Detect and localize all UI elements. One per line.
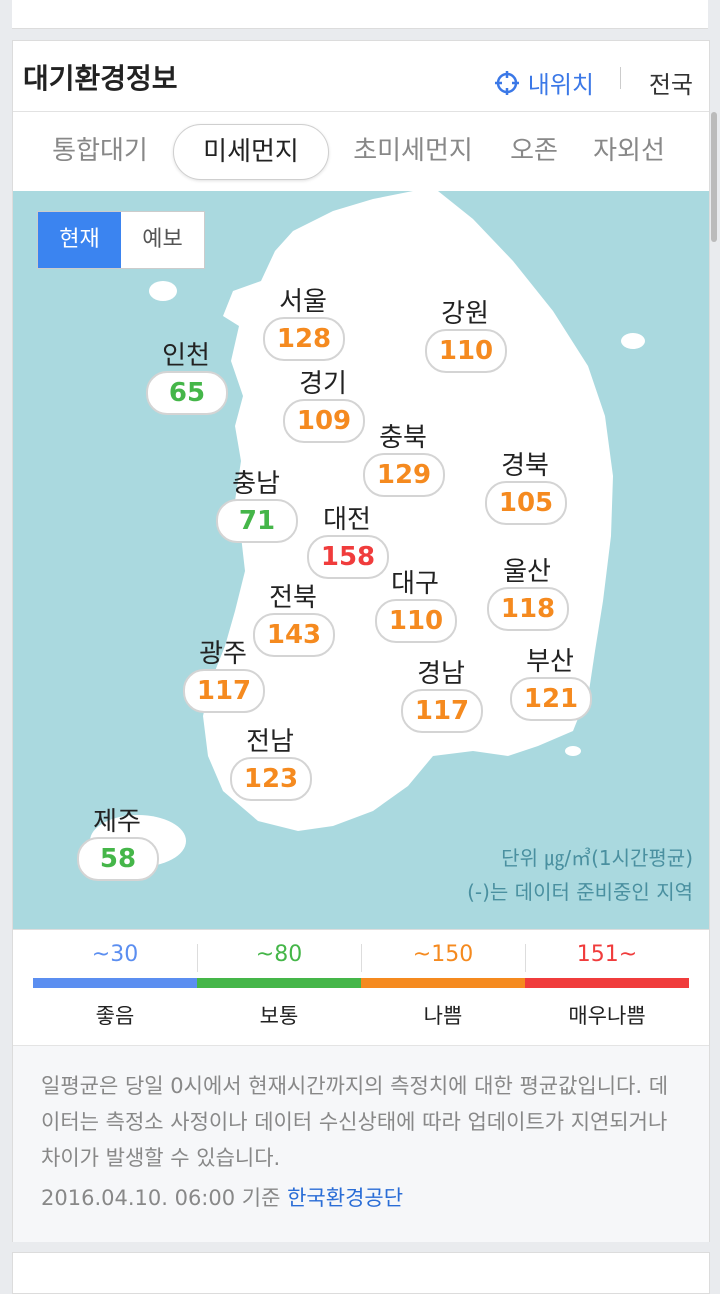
legend-range-normal: ~80: [255, 942, 303, 967]
region-name: 서울: [279, 287, 327, 317]
region-marker[interactable]: 대전 158: [307, 505, 389, 579]
forecast-toggle[interactable]: 예보: [121, 212, 204, 268]
region-value-badge: 71: [216, 499, 298, 543]
region-name: 광주: [199, 639, 247, 669]
card-title: 대기환경정보: [23, 62, 178, 95]
legend-bar-bad: [361, 978, 525, 988]
region-marker[interactable]: 울산 118: [487, 557, 569, 631]
tab-integrated-air[interactable]: 통합대기: [35, 124, 165, 178]
region-value-badge: 65: [146, 371, 228, 415]
region-value-badge: 109: [283, 399, 365, 443]
region-name: 부산: [526, 647, 574, 677]
next-card: [12, 1252, 710, 1294]
region-marker[interactable]: 전북 143: [253, 583, 335, 657]
region-value-badge: 128: [263, 317, 345, 361]
region-name: 충남: [232, 469, 280, 499]
my-location-button[interactable]: 내위치: [494, 65, 594, 100]
region-marker[interactable]: 경북 105: [485, 451, 567, 525]
card-header: 대기환경정보 내위치 전국: [13, 41, 709, 111]
tab-ultrafine-dust[interactable]: 초미세먼지: [341, 124, 485, 178]
source-link[interactable]: 한국환경공단: [287, 1186, 403, 1210]
region-name: 제주: [93, 807, 141, 837]
scrollbar[interactable]: [711, 112, 717, 242]
legend-range-very-bad: 151~: [576, 942, 638, 967]
region-name: 강원: [441, 299, 489, 329]
region-value-badge: 117: [183, 669, 265, 713]
region-marker[interactable]: 경남 117: [401, 659, 483, 733]
region-value-badge: 143: [253, 613, 335, 657]
divider: [620, 67, 621, 89]
korea-map[interactable]: 현재 예보 서울 128 강원 110 인천 65 경기 109 충북 129 경북 105 충남 71 대…: [13, 191, 709, 929]
region-value-badge: 110: [375, 599, 457, 643]
unit-label: 단위 ㎍/㎥(1시간평균): [501, 846, 693, 870]
region-value-badge: 121: [510, 677, 592, 721]
previous-card: [12, 0, 708, 29]
region-name: 대전: [323, 505, 371, 535]
region-value-badge: 118: [487, 587, 569, 631]
tab-uv[interactable]: 자외선: [583, 124, 675, 178]
region-marker[interactable]: 제주 58: [77, 807, 159, 881]
region-value-badge: 123: [230, 757, 312, 801]
region-marker[interactable]: 충남 71: [216, 469, 298, 543]
region-value-badge: 58: [77, 837, 159, 881]
current-toggle[interactable]: 현재: [38, 212, 121, 268]
region-marker[interactable]: 서울 128: [263, 287, 345, 361]
crosshair-icon: [494, 70, 519, 95]
region-name: 전북: [269, 583, 317, 613]
legend-label-very-bad: 매우나쁨: [568, 1004, 646, 1028]
region-value-badge: 129: [363, 453, 445, 497]
legend-divider: [361, 944, 362, 972]
legend-label-bad: 나쁨: [423, 1004, 463, 1028]
notes-text: 일평균은 당일 0시에서 현재시간까지의 측정치에 대한 평균값입니다. 데이터…: [41, 1074, 669, 1170]
legend-range-good: ~30: [91, 942, 139, 967]
region-marker[interactable]: 인천 65: [146, 341, 228, 415]
legend-bar-normal: [197, 978, 361, 988]
region-marker[interactable]: 충북 129: [363, 423, 445, 497]
unit-note: 단위 ㎍/㎥(1시간평균) (-)는 데이터 준비중인 지역: [467, 841, 693, 909]
region-name: 경남: [417, 659, 465, 689]
air-quality-card: 대기환경정보 내위치 전국 통합대기 미세먼지 초미세먼지 오존 자외선 현재 …: [12, 40, 717, 1242]
region-marker[interactable]: 광주 117: [183, 639, 265, 713]
region-value-badge: 110: [425, 329, 507, 373]
region-name: 인천: [162, 341, 210, 371]
my-location-label: 내위치: [527, 71, 594, 99]
region-marker[interactable]: 대구 110: [375, 569, 457, 643]
legend-bar-good: [33, 978, 197, 988]
legend-label-normal: 보통: [259, 1004, 299, 1028]
region-marker[interactable]: 전남 123: [230, 727, 312, 801]
region-selector[interactable]: 전국: [649, 65, 693, 100]
tab-ozone[interactable]: 오존: [499, 124, 569, 178]
update-date-text: 2016.04.10. 06:00 기준: [41, 1186, 281, 1210]
legend-label-good: 좋음: [95, 1004, 135, 1028]
legend-divider: [525, 944, 526, 972]
region-name: 경기: [299, 369, 347, 399]
legend-divider: [197, 944, 198, 972]
info-notes: 일평균은 당일 0시에서 현재시간까지의 측정치에 대한 평균값입니다. 데이터…: [13, 1045, 709, 1242]
tab-fine-dust[interactable]: 미세먼지: [173, 124, 329, 180]
region-marker[interactable]: 강원 110: [425, 299, 507, 373]
region-marker[interactable]: 부산 121: [510, 647, 592, 721]
region-name: 울산: [503, 557, 551, 587]
update-date: 2016.04.10. 06:00 기준 한국환경공단: [41, 1182, 403, 1212]
region-value-badge: 117: [401, 689, 483, 733]
time-toggle: 현재 예보: [37, 211, 205, 269]
legend-bar-very-bad: [525, 978, 689, 988]
region-name: 전남: [246, 727, 294, 757]
level-legend: ~30 ~80 ~150 151~ 좋음 보통 나쁨 매우나쁨: [13, 929, 709, 1046]
region-name: 대구: [391, 569, 439, 599]
no-data-note: (-)는 데이터 준비중인 지역: [467, 880, 693, 904]
region-value-badge: 105: [485, 481, 567, 525]
legend-range-bad: ~150: [412, 942, 474, 967]
region-name: 경북: [501, 451, 549, 481]
region-name: 충북: [379, 423, 427, 453]
region-marker[interactable]: 경기 109: [283, 369, 365, 443]
pollutant-tabs: 통합대기 미세먼지 초미세먼지 오존 자외선: [13, 111, 717, 242]
